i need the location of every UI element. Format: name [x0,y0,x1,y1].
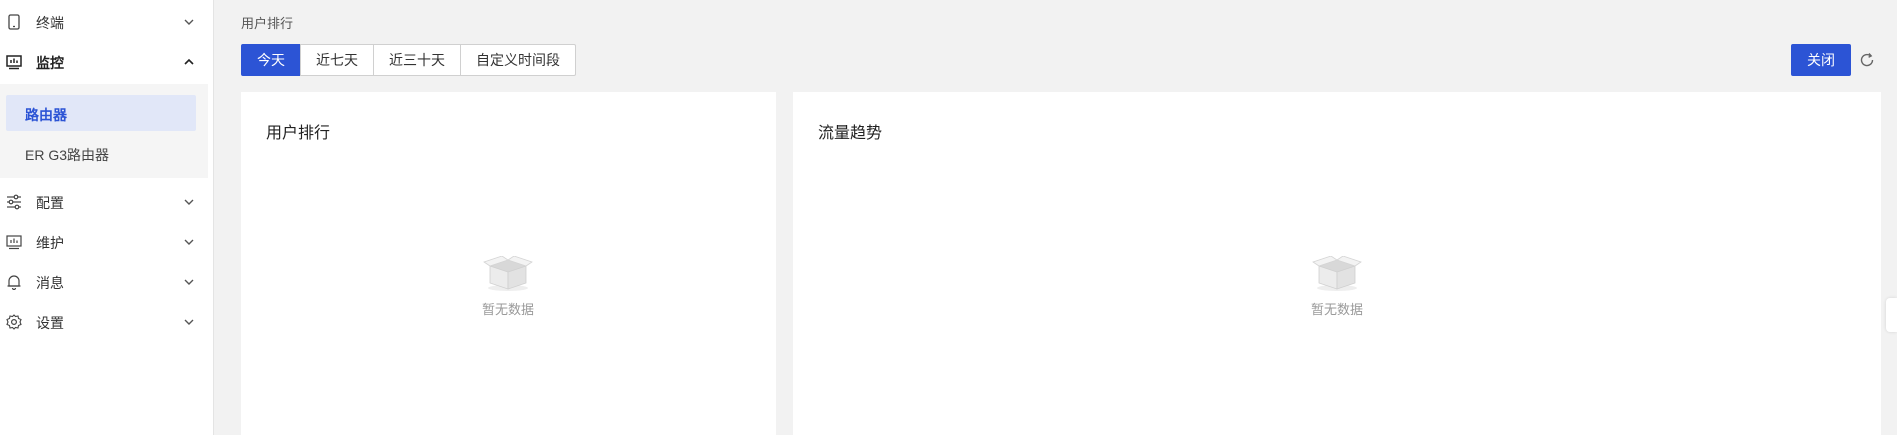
sidebar-item-label: 监控 [36,55,64,71]
submenu-item-label: ER G3路由器 [25,147,110,163]
empty-box-icon [1311,255,1363,295]
submenu-item-router[interactable]: 路由器 [6,95,196,131]
empty-box-icon [482,255,534,295]
empty-state: 暂无数据 [1277,255,1397,318]
chevron-down-icon [182,195,196,209]
tab-last-30-days[interactable]: 近三十天 [373,44,461,76]
sidebar-item-label: 消息 [36,275,64,291]
submenu-item-label: 路由器 [25,107,67,123]
time-range-tabs: 今天 近七天 近三十天 自定义时间段 [241,44,576,76]
bell-icon [6,274,22,290]
chevron-down-icon [182,275,196,289]
empty-state: 暂无数据 [448,255,568,318]
sidebar-item-label: 维护 [36,235,64,251]
sidebar-item-terminal[interactable]: 终端 [0,2,214,42]
chevron-down-icon [182,15,196,29]
sidebar-item-monitor[interactable]: 监控 [0,42,214,82]
maintenance-chart-icon [6,234,22,250]
monitor-submenu: 路由器 ER G3路由器 [0,84,208,178]
tab-today[interactable]: 今天 [241,44,301,76]
tab-last-7-days[interactable]: 近七天 [300,44,374,76]
close-button[interactable]: 关闭 [1791,44,1851,76]
chevron-down-icon [182,235,196,249]
tablet-icon [6,14,22,30]
chevron-down-icon [182,315,196,329]
empty-text: 暂无数据 [1310,302,1363,317]
breadcrumb: 用户排行 [241,16,294,31]
sidebar: 终端 监控 路由器 ER G3路由器 配置 维护 消息 设置 [0,0,214,435]
tab-custom-range[interactable]: 自定义时间段 [460,44,576,76]
refresh-icon[interactable] [1858,51,1876,69]
empty-text: 暂无数据 [481,302,534,317]
card-title: 用户排行 [266,125,331,142]
sidebar-item-config[interactable]: 配置 [0,182,214,222]
chevron-up-icon [182,55,196,69]
sidebar-item-settings[interactable]: 设置 [0,302,214,342]
sidebar-item-label: 终端 [36,15,64,31]
card-title: 流量趋势 [818,125,883,142]
sidebar-item-label: 配置 [36,195,64,211]
sidebar-item-maintenance[interactable]: 维护 [0,222,214,262]
monitor-chart-icon [6,54,22,70]
traffic-trend-card: 流量趋势 暂无数据 [793,92,1881,435]
gear-icon [6,314,22,330]
sliders-icon [6,194,22,210]
sidebar-item-messages[interactable]: 消息 [0,262,214,302]
submenu-item-er-g3-router[interactable]: ER G3路由器 [6,135,196,171]
side-drawer-handle[interactable] [1886,298,1897,332]
sidebar-item-label: 设置 [36,315,64,331]
user-ranking-card: 用户排行 暂无数据 [241,92,776,435]
